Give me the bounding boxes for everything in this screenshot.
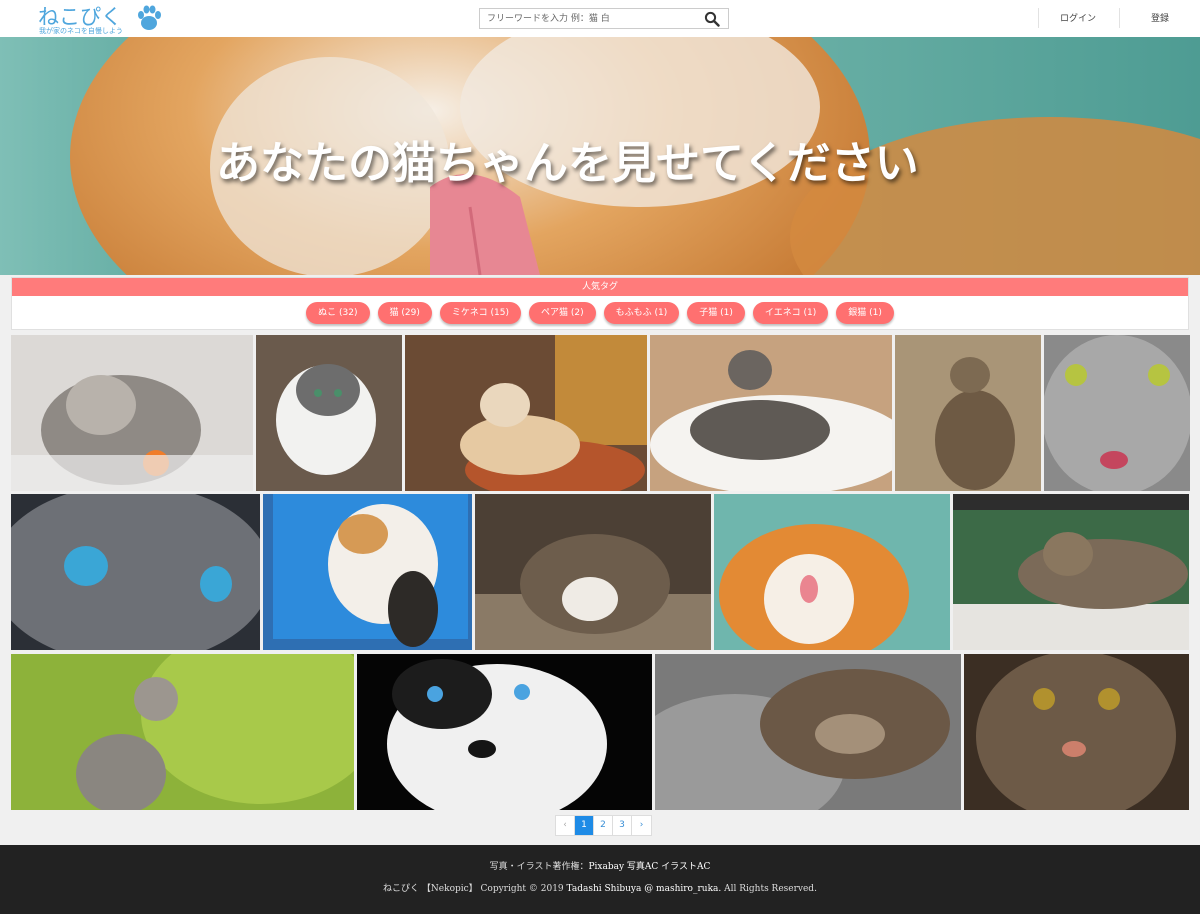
copyright-suffix: All Rights Reserved.: [724, 884, 817, 894]
cat-photo[interactable]: [11, 494, 260, 650]
tag-chip[interactable]: ペア猫 (2): [529, 302, 596, 324]
prev-page-button[interactable]: ‹: [556, 816, 575, 835]
tag-chip[interactable]: イエネコ (1): [752, 302, 829, 324]
copyright-prefix: ねこぴく 【Nekopic】 Copyright © 2019: [383, 884, 564, 894]
nav-divider: [1119, 8, 1120, 28]
nav-divider: [1038, 8, 1039, 28]
tag-chip[interactable]: 子猫 (1): [687, 302, 745, 324]
logo-subtitle: 我が家のネコを自慢しよう: [39, 27, 123, 35]
cat-photo[interactable]: [655, 654, 961, 810]
next-page-button[interactable]: ›: [632, 816, 651, 835]
cat-photo[interactable]: [475, 494, 711, 650]
cat-photo[interactable]: [714, 494, 950, 650]
cat-photo[interactable]: [256, 335, 402, 491]
login-link[interactable]: ログイン: [1060, 11, 1096, 24]
cat-photo[interactable]: [11, 654, 354, 810]
tag-list: ぬこ (32) 猫 (29) ミケネコ (15) ペア猫 (2) もふもふ (1) 子猫 …: [12, 302, 1188, 324]
search-icon[interactable]: [704, 11, 720, 27]
cat-photo[interactable]: [895, 335, 1041, 491]
cat-photo[interactable]: [11, 335, 253, 491]
paw-icon: [138, 5, 161, 30]
hero-headline: あなたの猫ちゃんを見せてください: [216, 138, 919, 189]
pagination: ‹ 1 2 3 ›: [555, 815, 652, 836]
popular-tags-heading: 人気タグ: [12, 278, 1188, 296]
cat-photo[interactable]: [263, 494, 472, 650]
cat-photo[interactable]: [953, 494, 1189, 650]
popular-tags-panel: 人気タグ ぬこ (32) 猫 (29) ミケネコ (15) ペア猫 (2) もふもふ (…: [11, 277, 1189, 330]
register-link[interactable]: 登録: [1151, 11, 1169, 24]
tag-chip[interactable]: 銀猫 (1): [836, 302, 894, 324]
hero-banner: あなたの猫ちゃんを見せてください: [0, 37, 1200, 275]
author-link[interactable]: Tadashi Shibuya @ mashiro_ruka.: [567, 884, 722, 894]
photo-credits: 写真・イラスト著作権：Pixabay 写真AC イラストAC: [0, 859, 1200, 872]
tag-chip[interactable]: ぬこ (32): [306, 302, 370, 324]
site-header: ねこぴく 我が家のネコを自慢しよう ログイン 登録: [0, 0, 1200, 37]
tag-chip[interactable]: もふもふ (1): [603, 302, 680, 324]
copyright-notice: ねこぴく 【Nekopic】 Copyright © 2019 Tadashi …: [0, 881, 1200, 894]
cat-photo[interactable]: [357, 654, 652, 810]
tag-chip[interactable]: 猫 (29): [377, 302, 432, 324]
page-button-1[interactable]: 1: [575, 816, 594, 835]
cat-photo[interactable]: [650, 335, 892, 491]
site-footer: 写真・イラスト著作権：Pixabay 写真AC イラストAC ねこぴく 【Nek…: [0, 845, 1200, 914]
search-input[interactable]: [480, 9, 700, 28]
cat-photo[interactable]: [1044, 335, 1190, 491]
page-button-2[interactable]: 2: [594, 816, 613, 835]
search-box: [479, 8, 729, 29]
page-button-3[interactable]: 3: [613, 816, 632, 835]
cat-photo[interactable]: [405, 335, 647, 491]
site-logo[interactable]: ねこぴく 我が家のネコを自慢しよう: [38, 3, 163, 35]
tag-chip[interactable]: ミケネコ (15): [439, 302, 521, 324]
credit-sources-link[interactable]: Pixabay 写真AC イラストAC: [588, 862, 710, 872]
credit-label: 写真・イラスト著作権：: [489, 862, 589, 872]
cat-photo[interactable]: [964, 654, 1189, 810]
